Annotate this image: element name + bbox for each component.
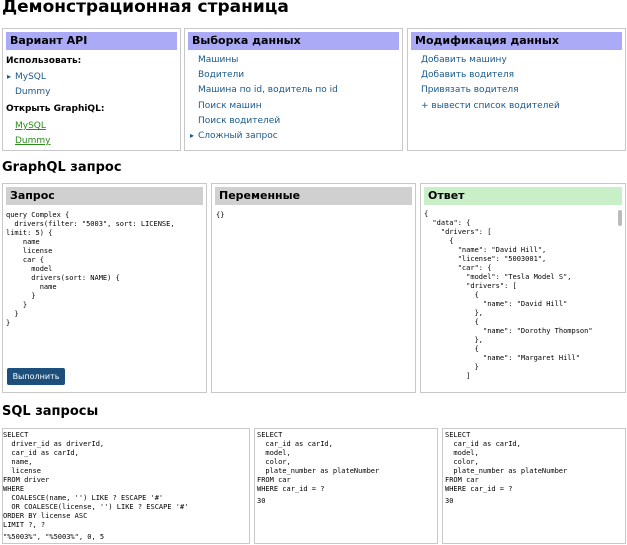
answer-panel: Ответ { "data": { "drivers": [ { "name":… — [420, 183, 626, 393]
select-panel: Выборка данных Машины Водители Машина по… — [184, 28, 403, 151]
sql-query-panel: SELECT car_id as carId, model, color, pl… — [254, 428, 438, 544]
use-label: Использовать: — [6, 56, 82, 66]
api-option-mysql[interactable]: MySQL — [7, 72, 46, 82]
select-item-drivers[interactable]: Водители — [198, 70, 244, 80]
graphiql-label: Открыть GraphiQL: — [6, 104, 105, 114]
select-item-cars[interactable]: Машины — [198, 55, 238, 65]
query-panel: Запрос query Complex { drivers(filter: "… — [2, 183, 207, 393]
modify-item-list-drivers[interactable]: + вывести список водителей — [421, 101, 560, 111]
api-option-dummy[interactable]: Dummy — [15, 87, 51, 97]
select-item-search-drivers[interactable]: Поиск водителей — [198, 116, 280, 126]
variables-panel-header: Переменные — [215, 187, 412, 205]
select-item-search-cars[interactable]: Поиск машин — [198, 101, 262, 111]
graphiql-link-mysql[interactable]: MySQL — [15, 121, 46, 131]
modify-panel-header: Модификация данных — [411, 32, 622, 50]
select-panel-header: Выборка данных — [188, 32, 399, 50]
answer-output: { "data": { "drivers": [ { "name": "Davi… — [424, 210, 593, 380]
query-editor[interactable]: query Complex { drivers(filter: "5003", … — [6, 211, 175, 328]
sql-query-text: SELECT driver_id as driverId, car_id as … — [3, 431, 189, 529]
sql-query-params: 30 — [445, 497, 454, 505]
variables-panel: Переменные {} — [211, 183, 416, 393]
query-panel-header: Запрос — [6, 187, 203, 205]
sql-query-text: SELECT car_id as carId, model, color, pl… — [445, 431, 568, 493]
sql-section-title: SQL запросы — [2, 404, 99, 419]
modify-item-add-car[interactable]: Добавить машину — [421, 55, 507, 65]
sql-query-params: "%5003%", "%5003%", 0, 5 — [3, 533, 105, 541]
modify-panel: Модификация данных Добавить машину Добав… — [407, 28, 626, 151]
run-button[interactable]: Выполнить — [7, 368, 65, 385]
sql-query-text: SELECT car_id as carId, model, color, pl… — [257, 431, 380, 493]
sql-query-panel: SELECT driver_id as driverId, car_id as … — [2, 428, 250, 544]
api-panel-header: Вариант API — [6, 32, 177, 50]
sql-query-params: 30 — [257, 497, 266, 505]
select-item-by-id[interactable]: Машина по id, водитель по id — [198, 85, 338, 95]
page-title: Демонстрационная страница — [2, 0, 289, 17]
graphql-section-title: GraphQL запрос — [2, 160, 122, 175]
answer-viewport: { "data": { "drivers": [ { "name": "Davi… — [424, 210, 615, 388]
api-panel: Вариант API Использовать: MySQL Dummy От… — [2, 28, 181, 151]
answer-scrollbar[interactable] — [618, 210, 622, 226]
modify-item-add-driver[interactable]: Добавить водителя — [421, 70, 514, 80]
answer-panel-header: Ответ — [424, 187, 622, 205]
select-item-complex[interactable]: Сложный запрос — [190, 131, 278, 141]
variables-editor[interactable]: {} — [216, 211, 224, 220]
sql-query-panel: SELECT car_id as carId, model, color, pl… — [442, 428, 626, 544]
graphiql-link-dummy[interactable]: Dummy — [15, 136, 51, 146]
modify-item-bind-driver[interactable]: Привязать водителя — [421, 85, 519, 95]
